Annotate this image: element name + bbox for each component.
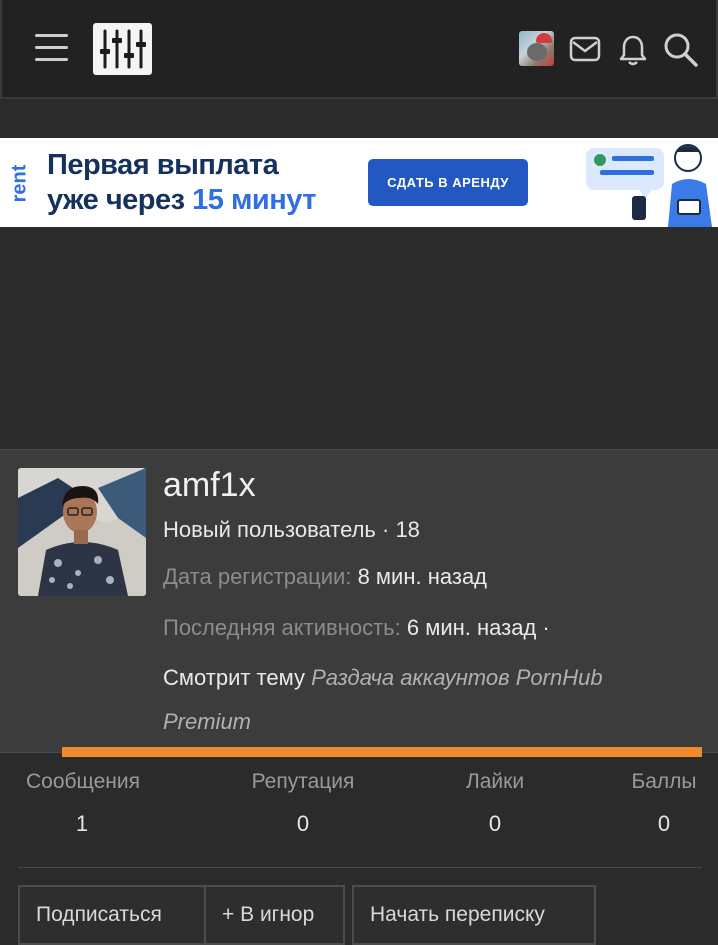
profile-username: amf1x (163, 466, 256, 504)
ad-banner[interactable]: rent Первая выплата уже через 15 минут С… (0, 138, 718, 227)
rent-logo: rent (8, 164, 31, 203)
top-header (0, 0, 718, 99)
start-conversation-button[interactable]: Начать переписку (352, 885, 596, 945)
stat-value: 0 (296, 811, 310, 836)
banner-illustration (586, 144, 712, 227)
user-avatar[interactable] (519, 31, 554, 66)
ignore-button[interactable]: + В игнор (204, 885, 345, 945)
stat-label: Баллы (631, 770, 697, 793)
user-title: Новый пользователь · 18 (163, 517, 420, 542)
profile-card: amf1x Новый пользователь · 18 Дата регис… (0, 449, 718, 757)
stat-points[interactable]: Баллы 0 (620, 770, 708, 837)
search-icon[interactable] (662, 31, 700, 69)
stat-label: Репутация (251, 770, 355, 793)
stat-likes[interactable]: Лайки 0 (440, 770, 550, 837)
banner-headline: Первая выплата уже через 15 минут (47, 149, 316, 216)
profile-avatar[interactable] (18, 468, 146, 596)
activity-label: Последняя активность: (163, 615, 401, 640)
banner-cta-button[interactable]: СДАТЬ В АРЕНДУ (368, 159, 528, 206)
stat-label: Лайки (465, 770, 525, 793)
stats-divider (18, 867, 702, 868)
activity-value: 6 мин. назад · (406, 615, 550, 640)
stat-value: 0 (488, 811, 502, 836)
sliders-logo-icon (100, 29, 146, 69)
registration-info: Дата регистрации: 8 мин. назад (163, 564, 487, 590)
envelope-icon[interactable] (569, 36, 601, 62)
activity-info: Последняя активность: 6 мин. назад · (163, 615, 550, 641)
stat-value: 1 (75, 811, 89, 836)
bell-icon[interactable] (618, 33, 648, 67)
stat-label: Сообщения (26, 770, 140, 793)
registration-value: 8 мин. назад (357, 564, 488, 589)
follow-button[interactable]: Подписаться (18, 885, 205, 945)
stat-value: 0 (657, 811, 671, 836)
hamburger-icon[interactable] (35, 34, 68, 62)
watching-info: Смотрит тему Раздача аккаунтов PornHub P… (163, 656, 693, 744)
stat-reputation[interactable]: Репутация 0 (238, 770, 368, 837)
registration-label: Дата регистрации: (163, 564, 352, 589)
site-logo[interactable] (93, 23, 152, 75)
watching-prefix: Смотрит тему (163, 665, 305, 690)
profile-accent-bar (62, 747, 702, 757)
stat-messages[interactable]: Сообщения 1 (18, 770, 148, 837)
